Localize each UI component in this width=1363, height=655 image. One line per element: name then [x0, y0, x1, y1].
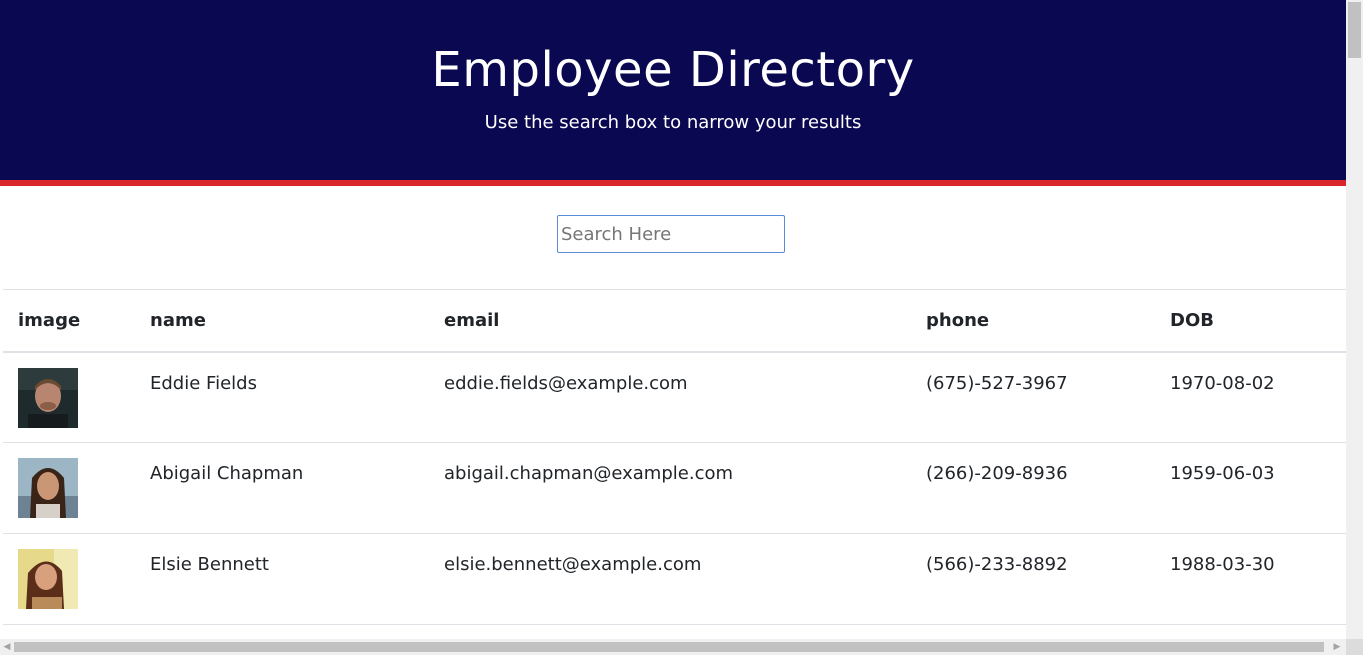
column-header-name[interactable]: name — [135, 290, 429, 352]
employee-table: image name email phone DOB Eddie Fields … — [3, 289, 1346, 625]
cell-phone: (675)-527-3967 — [926, 372, 1068, 394]
column-header-phone[interactable]: phone — [911, 290, 1155, 352]
horizontal-scroll-thumb[interactable] — [14, 642, 1324, 652]
vertical-scrollbar[interactable] — [1346, 0, 1363, 639]
column-header-image[interactable]: image — [3, 290, 135, 352]
scroll-left-icon[interactable]: ◀ — [0, 639, 14, 655]
table-header-row: image name email phone DOB — [3, 289, 1346, 352]
column-header-dob[interactable]: DOB — [1155, 290, 1346, 352]
cell-image — [3, 352, 135, 443]
avatar — [18, 549, 78, 609]
scroll-right-icon[interactable]: ▶ — [1330, 639, 1344, 655]
cell-email: elsie.bennett@example.com — [444, 554, 702, 575]
search-input[interactable] — [557, 215, 785, 253]
cell-dob: 1970-08-02 — [1170, 372, 1275, 394]
column-header-email[interactable]: email — [429, 290, 911, 352]
cell-phone: (566)-233-8892 — [926, 554, 1068, 575]
vertical-scroll-thumb[interactable] — [1348, 2, 1361, 58]
table-row: Eddie Fields eddie.fields@example.com (6… — [3, 352, 1346, 443]
cell-image — [3, 443, 135, 534]
avatar — [18, 367, 78, 428]
cell-dob: 1959-06-03 — [1170, 463, 1275, 484]
cell-name: Eddie Fields — [150, 372, 257, 394]
cell-dob: 1988-03-30 — [1170, 554, 1275, 575]
table-row: Elsie Bennett elsie.bennett@example.com … — [3, 534, 1346, 625]
cell-email: abigail.chapman@example.com — [444, 463, 734, 484]
page-viewport: Employee Directory Use the search box to… — [0, 0, 1346, 639]
cell-name: Elsie Bennett — [150, 554, 269, 575]
cell-name: Abigail Chapman — [150, 463, 304, 484]
avatar — [18, 458, 78, 518]
page-header: Employee Directory Use the search box to… — [0, 0, 1346, 186]
table-row: Abigail Chapman abigail.chapman@example.… — [3, 443, 1346, 534]
cell-image — [3, 534, 135, 625]
page-title: Employee Directory — [431, 42, 915, 98]
cell-phone: (266)-209-8936 — [926, 463, 1068, 484]
horizontal-scrollbar[interactable]: ◀ ▶ — [0, 639, 1346, 655]
scrollbar-corner — [1346, 639, 1363, 655]
cell-email: eddie.fields@example.com — [444, 372, 688, 394]
page-subtitle: Use the search box to narrow your result… — [484, 112, 862, 133]
